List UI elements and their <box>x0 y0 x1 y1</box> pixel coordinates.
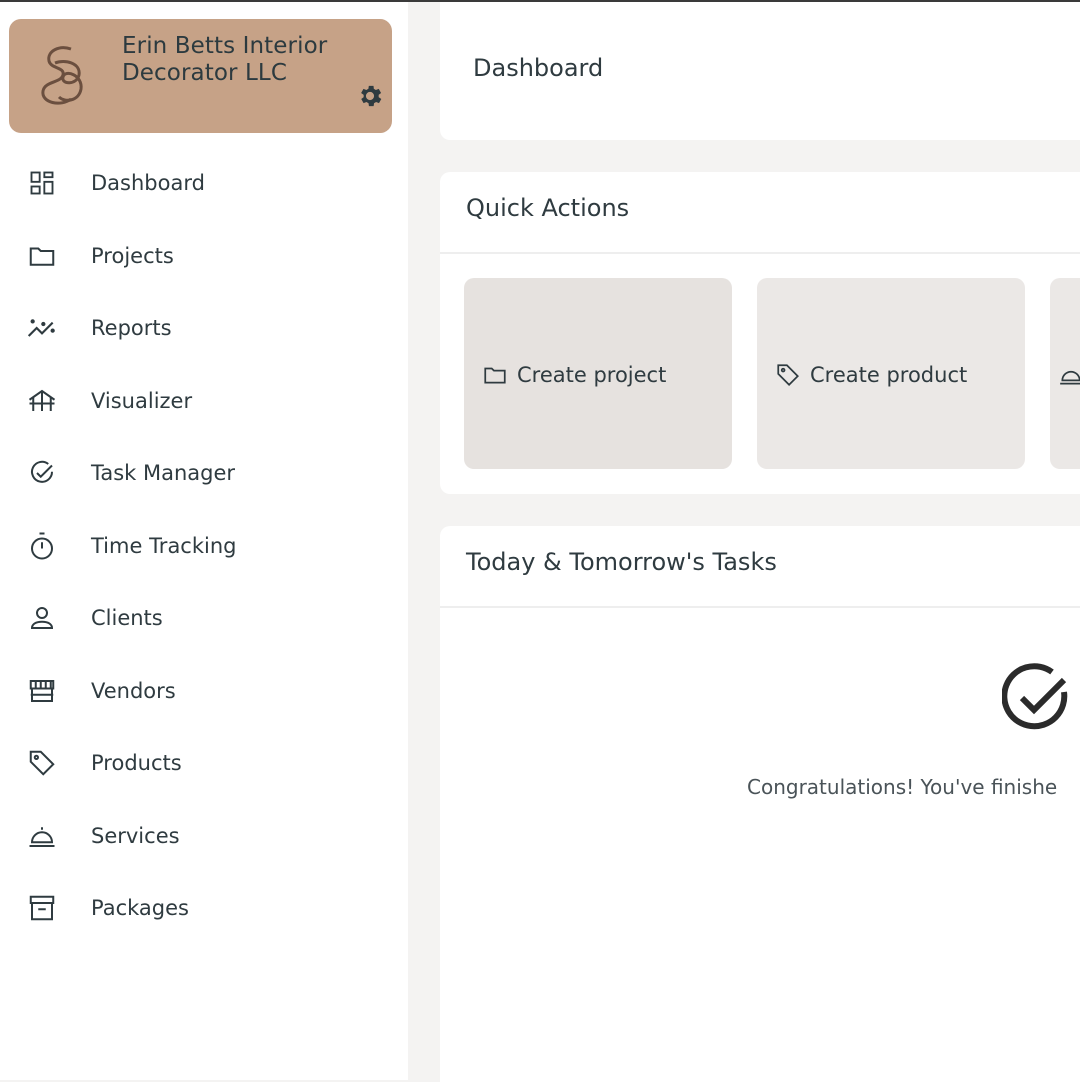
sidebar-item-label: Time Tracking <box>91 533 237 558</box>
sidebar-item-label: Services <box>91 823 180 848</box>
sidebar: Erin Betts Interior Decorator LLC Dashbo… <box>0 2 408 1080</box>
sidebar-item-label: Packages <box>91 896 189 921</box>
eb-monogram-icon <box>41 46 83 105</box>
dashboard-icon <box>26 167 58 199</box>
sidebar-item-visualizer[interactable]: Visualizer <box>0 365 408 438</box>
archive-icon <box>26 892 58 924</box>
sidebar-item-clients[interactable]: Clients <box>0 582 408 655</box>
sidebar-item-vendors[interactable]: Vendors <box>0 655 408 728</box>
quick-actions-title: Quick Actions <box>466 194 630 222</box>
sidebar-item-time-tracking[interactable]: Time Tracking <box>0 510 408 583</box>
sidebar-item-task-manager[interactable]: Task Manager <box>0 437 408 510</box>
tag-icon <box>777 364 799 386</box>
cloche-icon <box>26 820 58 852</box>
folder-icon <box>484 367 506 384</box>
chart-line-icon <box>26 312 58 344</box>
create-project-label: Create project <box>517 363 667 387</box>
sidebar-item-label: Clients <box>91 606 163 631</box>
sidebar-item-projects[interactable]: Projects <box>0 220 408 293</box>
sidebar-item-label: Reports <box>91 316 172 341</box>
page-header: Dashboard <box>440 2 1080 140</box>
sidebar-item-label: Visualizer <box>91 388 193 413</box>
divider <box>440 606 1080 608</box>
check-circle-icon <box>1002 663 1068 730</box>
empty-tasks-message: Congratulations! You've finishe <box>747 775 1058 799</box>
sidebar-item-reports[interactable]: Reports <box>0 292 408 365</box>
gear-icon[interactable] <box>356 82 384 110</box>
sidebar-item-label: Task Manager <box>91 461 236 486</box>
create-service-button[interactable] <box>1050 278 1080 469</box>
create-project-button[interactable]: Create project <box>464 278 732 469</box>
visualizer-icon <box>26 385 58 417</box>
create-product-label: Create product <box>810 363 968 387</box>
page-title: Dashboard <box>473 54 604 82</box>
sidebar-item-label: Products <box>91 751 182 776</box>
tasks-title: Today & Tomorrow's Tasks <box>466 548 777 576</box>
quick-actions-card: Quick Actions Create project Create prod… <box>440 172 1080 494</box>
sidebar-nav: Dashboard Projects Reports Visualizer Ta… <box>0 147 408 945</box>
tasks-card: Today & Tomorrow's Tasks Congratulations… <box>440 526 1080 1082</box>
brand-name: Erin Betts Interior Decorator LLC <box>122 33 328 86</box>
sidebar-item-services[interactable]: Services <box>0 800 408 873</box>
main-content: Dashboard Quick Actions Create project C… <box>440 2 1080 1082</box>
create-product-button[interactable]: Create product <box>757 278 1025 469</box>
sidebar-item-label: Dashboard <box>91 171 205 196</box>
folder-icon <box>26 240 58 272</box>
sidebar-item-products[interactable]: Products <box>0 727 408 800</box>
sidebar-item-label: Projects <box>91 243 174 268</box>
sidebar-item-dashboard[interactable]: Dashboard <box>0 147 408 220</box>
brand-card[interactable]: Erin Betts Interior Decorator LLC <box>9 19 392 133</box>
sidebar-item-packages[interactable]: Packages <box>0 872 408 945</box>
cloche-icon <box>1060 370 1080 385</box>
stopwatch-icon <box>26 530 58 562</box>
store-icon <box>26 675 58 707</box>
user-icon <box>26 602 58 634</box>
check-circle-icon <box>26 457 58 489</box>
sidebar-item-label: Vendors <box>91 678 176 703</box>
divider <box>440 252 1080 254</box>
tag-icon <box>26 747 58 779</box>
